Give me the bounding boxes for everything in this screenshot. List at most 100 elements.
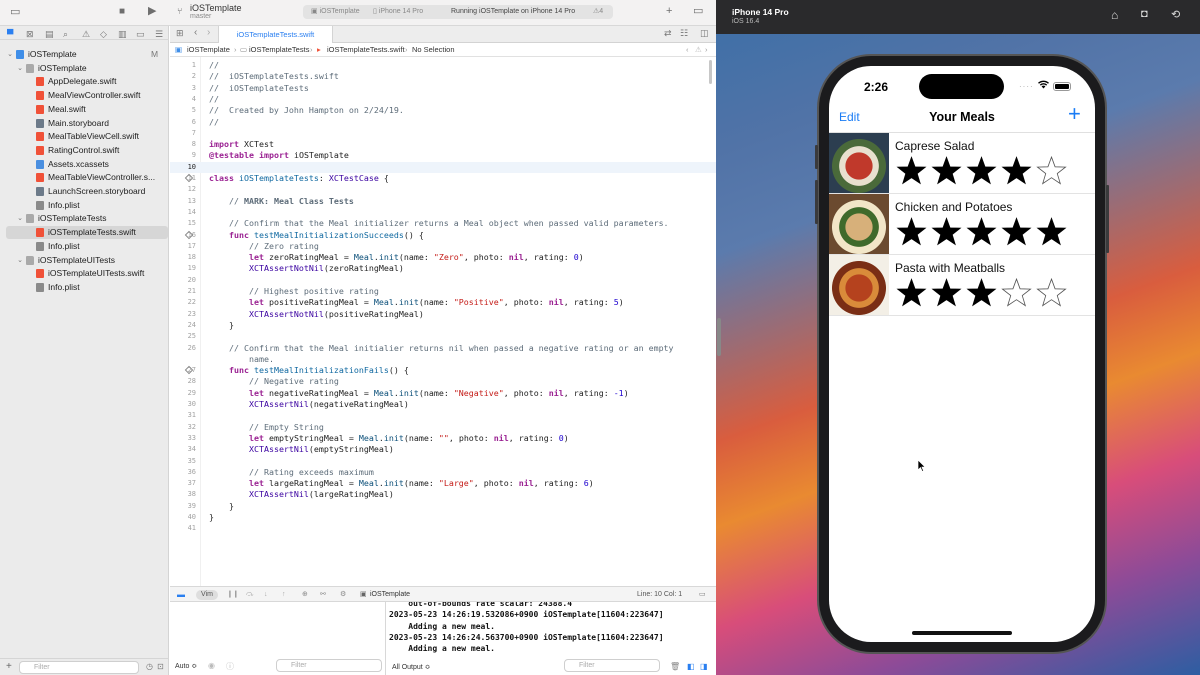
step-in-icon[interactable]: ↓ [264, 587, 268, 603]
code-line[interactable]: 10 [170, 161, 716, 173]
code-line[interactable]: 40} [170, 512, 716, 523]
variables-pane-toggle-icon[interactable]: ◧ [687, 661, 695, 672]
disclosure-chevron-icon[interactable]: ⌄ [6, 48, 14, 61]
disclosure-chevron-icon[interactable]: ⌄ [16, 62, 24, 75]
code-line[interactable]: 28 // Negative rating [170, 376, 716, 387]
filled-star-icon[interactable] [930, 216, 963, 249]
eye-icon[interactable]: ◉ [208, 661, 215, 670]
console-scope-selector[interactable]: All Output ≎ [392, 662, 431, 673]
code-line[interactable]: 12 [170, 184, 716, 195]
disclosure-chevron-icon[interactable]: ⌄ [16, 212, 24, 225]
navigator-item[interactable]: Info.plist [6, 281, 168, 294]
filled-star-icon[interactable] [965, 277, 998, 310]
split-editor-icon[interactable]: ◫ [700, 28, 709, 39]
navigator-item[interactable]: AppDelegate.swift [6, 75, 168, 88]
related-items-icon[interactable]: ⊞ [176, 28, 184, 39]
debug-target[interactable]: iOSTemplate [370, 587, 410, 603]
filled-star-icon[interactable] [930, 155, 963, 188]
navigator-item[interactable]: Info.plist [6, 240, 168, 253]
navigator-item[interactable]: iOSTemplateUITests.swift [6, 267, 168, 280]
stop-icon[interactable]: ■ [119, 6, 125, 17]
add-file-icon[interactable]: + [6, 661, 12, 672]
recent-files-icon[interactable]: ◷ [146, 662, 153, 671]
code-line[interactable]: 15 // Confirm that the Meal initializer … [170, 218, 716, 229]
code-line[interactable]: 1 // [170, 60, 716, 71]
variables-filter-input[interactable]: Filter [276, 659, 382, 672]
forward-icon[interactable]: › [207, 27, 210, 38]
source-control-icon[interactable]: ⊠ [26, 29, 34, 40]
project-navigator-icon[interactable]: ▀ [7, 29, 13, 39]
code-line[interactable]: 25 [170, 331, 716, 342]
filled-star-icon[interactable] [895, 277, 928, 310]
code-line[interactable]: 24 } [170, 320, 716, 331]
navigator-item[interactable]: MealViewController.swift [6, 89, 168, 102]
code-line[interactable]: 30 XCTAssertNil(negativeRatingMeal) [170, 399, 716, 410]
editor-scrollbar[interactable] [709, 60, 712, 84]
code-line[interactable]: 35 [170, 456, 716, 467]
inspector-toggle-icon[interactable]: ▭ [693, 6, 703, 17]
step-out-icon[interactable]: ↑ [282, 587, 286, 603]
navigator-filter-input[interactable]: Filter [19, 661, 139, 674]
code-line[interactable]: name. [170, 354, 716, 365]
code-line[interactable]: 34 XCTAssertNil(emptyStringMeal) [170, 444, 716, 455]
meal-row[interactable]: Chicken and Potatoes [829, 194, 1095, 255]
scm-filter-icon[interactable]: ⊡ [157, 662, 164, 671]
navigator-item[interactable]: Main.storyboard [6, 117, 168, 130]
code-line[interactable]: 17 // Zero rating [170, 241, 716, 252]
debug-navigator-icon[interactable]: ▥ [118, 29, 127, 40]
code-line[interactable]: 4 // [170, 94, 716, 105]
navigator-item[interactable]: RatingControl.swift [6, 144, 168, 157]
code-line[interactable]: 5 // Created by John Hampton on 2/24/19. [170, 105, 716, 116]
next-issue-icon[interactable]: › [705, 43, 708, 57]
scheme-selector[interactable]: ▣ iOSTemplate [311, 5, 360, 19]
code-line[interactable]: 33 let emptyStringMeal = Meal.init(name:… [170, 433, 716, 444]
symbol-navigator-icon[interactable]: ▤ [45, 29, 54, 40]
code-line[interactable]: 39 } [170, 501, 716, 512]
pause-icon[interactable]: ❙❙ [227, 587, 239, 603]
filled-star-icon[interactable] [895, 216, 928, 249]
navigator-item[interactable]: Meal.swift [6, 103, 168, 116]
back-icon[interactable]: ‹ [194, 27, 197, 38]
disclosure-chevron-icon[interactable]: ⌄ [16, 254, 24, 267]
code-line[interactable]: 22 let positiveRatingMeal = Meal.init(na… [170, 297, 716, 308]
code-line[interactable]: 7 [170, 128, 716, 139]
navigator-item[interactable]: ⌄ iOSTemplateUITests [6, 254, 168, 267]
code-line[interactable]: 3 // iOSTemplateTests [170, 83, 716, 94]
code-line[interactable]: 9 @testable import iOSTemplate [170, 150, 716, 161]
code-line[interactable]: 6 // [170, 117, 716, 128]
destination-selector[interactable]: ▯ iPhone 14 Pro [373, 5, 423, 19]
filled-star-icon[interactable] [930, 277, 963, 310]
empty-star-icon[interactable] [1000, 277, 1033, 310]
filled-star-icon[interactable] [895, 155, 928, 188]
code-line[interactable]: 8 import XCTest [170, 139, 716, 150]
filled-star-icon[interactable] [965, 155, 998, 188]
add-icon[interactable]: + [666, 6, 672, 17]
code-line[interactable]: 18 let zeroRatingMeal = Meal.init(name: … [170, 252, 716, 263]
issue-navigator-icon[interactable]: ⚠ [82, 29, 90, 40]
variables-scope-selector[interactable]: Auto ≎ [175, 662, 197, 670]
breadcrumb-group[interactable]: iOSTemplateTests [249, 43, 309, 57]
filled-star-icon[interactable] [1035, 216, 1068, 249]
code-line[interactable]: 32 // Empty String [170, 422, 716, 433]
code-line[interactable]: 36 // Rating exceeds maximum [170, 467, 716, 478]
screenshot-icon[interactable]: ◘ [1141, 8, 1148, 20]
tab-iostemplatetests-swift[interactable]: iOSTemplateTests.swift [218, 26, 333, 43]
home-icon[interactable]: ⌂ [1111, 8, 1118, 22]
navigator-item[interactable]: ⌄ iOSTemplateTests [6, 212, 168, 225]
code-line[interactable]: 31 [170, 410, 716, 421]
window-resize-handle[interactable] [717, 318, 721, 356]
activity-viewer[interactable]: ▣ iOSTemplate ▯ iPhone 14 Pro Running iO… [303, 5, 613, 19]
filled-star-icon[interactable] [965, 216, 998, 249]
breadcrumb-file[interactable]: iOSTemplateTests.swift [327, 43, 405, 57]
code-line[interactable]: 2 // iOSTemplateTests.swift [170, 71, 716, 82]
code-line[interactable]: 23 XCTAssertNotNil(positiveRatingMeal) [170, 309, 716, 320]
breadcrumb-selection[interactable]: No Selection [412, 43, 455, 57]
code-line[interactable]: 13 // MARK: Meal Class Tests [170, 196, 716, 207]
view-debugger-icon[interactable]: ⊕ [302, 587, 308, 603]
alert-icon[interactable]: ⚠ [695, 43, 702, 57]
code-line[interactable]: 14 [170, 207, 716, 218]
code-line[interactable]: 11 class iOSTemplateTests: XCTestCase { [170, 173, 716, 184]
info-icon[interactable]: ⓘ [226, 661, 234, 672]
navigator-item[interactable]: MealTableViewCell.swift [6, 130, 168, 143]
add-meal-button[interactable]: + [1068, 103, 1081, 125]
